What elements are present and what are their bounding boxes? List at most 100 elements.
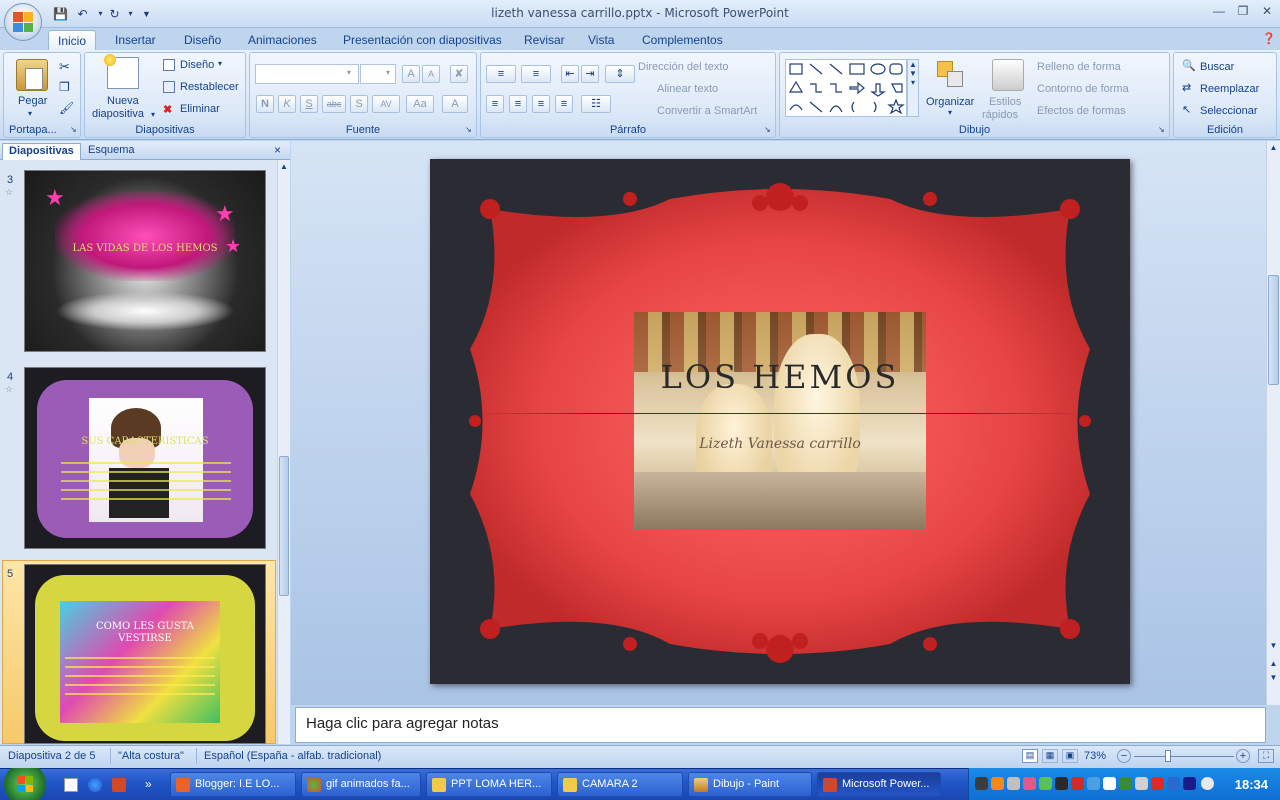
quick-styles-label-2[interactable]: rápidos bbox=[982, 109, 1018, 121]
font-launcher-icon[interactable]: ↘ bbox=[465, 125, 472, 134]
slide-title[interactable]: LOS HEMOS bbox=[430, 358, 1130, 396]
theme-name[interactable]: "Alta costura" bbox=[118, 750, 184, 762]
close-button[interactable]: ✕ bbox=[1256, 4, 1278, 20]
paste-dropdown-icon[interactable]: ▾ bbox=[28, 109, 32, 118]
increase-indent-icon[interactable]: ⇥ bbox=[581, 65, 599, 83]
scroll-up-icon[interactable]: ▲ bbox=[1268, 143, 1279, 152]
slide-sorter-icon[interactable]: ▦ bbox=[1042, 749, 1058, 763]
shapes-scroll[interactable]: ▲ ▼ ▾ bbox=[907, 59, 919, 117]
tab-esquema[interactable]: Esquema bbox=[82, 143, 140, 160]
tray-icon[interactable] bbox=[1055, 777, 1068, 790]
reset-button[interactable]: Restablecer bbox=[180, 81, 239, 93]
tray-icon[interactable] bbox=[1103, 777, 1116, 790]
tray-icon[interactable] bbox=[1087, 777, 1100, 790]
volume-icon[interactable] bbox=[1201, 777, 1214, 790]
decrease-indent-icon[interactable]: ⇤ bbox=[561, 65, 579, 83]
slideshow-view-icon[interactable]: ▣ bbox=[1062, 749, 1078, 763]
tab-animaciones[interactable]: Animaciones bbox=[239, 30, 326, 50]
align-left-icon[interactable]: ≡ bbox=[486, 95, 504, 113]
layout-dropdown-icon[interactable]: ▾ bbox=[218, 59, 222, 68]
quick-styles-icon[interactable] bbox=[992, 59, 1024, 91]
help-icon[interactable]: ❓ bbox=[1262, 32, 1276, 46]
clipboard-launcher-icon[interactable]: ↘ bbox=[70, 125, 77, 134]
internet-explorer-icon[interactable] bbox=[88, 778, 102, 792]
puppies-image[interactable] bbox=[634, 312, 926, 530]
arrange-button[interactable]: Organizar bbox=[926, 96, 974, 108]
slides-pane-scroll-thumb[interactable] bbox=[279, 456, 289, 596]
tray-icon[interactable] bbox=[975, 777, 988, 790]
align-text-button[interactable]: Alinear texto bbox=[657, 83, 718, 95]
next-slide-icon[interactable]: ▼ bbox=[1268, 673, 1279, 682]
clock[interactable]: 18:34 bbox=[1235, 777, 1268, 792]
tab-revisar[interactable]: Revisar bbox=[515, 30, 574, 50]
italic-icon[interactable]: K bbox=[278, 95, 296, 113]
zoom-level[interactable]: 73% bbox=[1084, 750, 1106, 762]
layout-button[interactable]: Diseño bbox=[180, 59, 214, 71]
drawing-launcher-icon[interactable]: ↘ bbox=[1158, 125, 1165, 134]
tray-icon[interactable] bbox=[1151, 777, 1164, 790]
tray-icon[interactable] bbox=[1135, 777, 1148, 790]
paste-button[interactable]: Pegar bbox=[18, 95, 47, 107]
font-family-combo[interactable] bbox=[255, 64, 359, 84]
slide-thumbnail-4[interactable]: SUS CARACTERISTICAS bbox=[24, 367, 266, 549]
fit-to-window-icon[interactable]: ⛶ bbox=[1258, 749, 1274, 763]
office-button[interactable] bbox=[4, 3, 42, 41]
underline-icon[interactable]: S bbox=[300, 95, 318, 113]
select-button[interactable]: Seleccionar bbox=[1200, 105, 1257, 117]
replace-button[interactable]: Reemplazar bbox=[1200, 83, 1259, 95]
tab-diapositivas[interactable]: Diapositivas bbox=[2, 143, 81, 160]
font-family-dropdown-icon[interactable]: ▾ bbox=[347, 68, 351, 77]
font-size-dropdown-icon[interactable]: ▾ bbox=[386, 68, 390, 77]
text-direction-button[interactable]: Dirección del texto bbox=[638, 61, 729, 73]
spacing-icon[interactable]: AV bbox=[372, 95, 400, 113]
find-button[interactable]: Buscar bbox=[1200, 61, 1234, 73]
slide-subtitle[interactable]: Lizeth Vanessa carrillo bbox=[430, 436, 1130, 452]
zoom-slider-thumb[interactable] bbox=[1165, 750, 1171, 762]
tray-icon[interactable] bbox=[991, 777, 1004, 790]
align-center-icon[interactable]: ≡ bbox=[509, 95, 527, 113]
new-slide-label-2[interactable]: diapositiva bbox=[92, 108, 144, 120]
tray-icon[interactable] bbox=[1007, 777, 1020, 790]
tray-icon[interactable] bbox=[1183, 777, 1196, 790]
paragraph-launcher-icon[interactable]: ↘ bbox=[764, 125, 771, 134]
bullets-icon[interactable]: ≡ bbox=[486, 65, 516, 83]
current-slide[interactable]: LOS HEMOS Lizeth Vanessa carrillo bbox=[430, 159, 1130, 684]
zoom-in-icon[interactable]: + bbox=[1236, 749, 1250, 763]
shapes-gallery[interactable] bbox=[785, 59, 907, 117]
new-slide-dropdown-icon[interactable]: ▾ bbox=[151, 110, 155, 119]
strikethrough-icon[interactable]: abc bbox=[322, 95, 346, 113]
arrange-icon[interactable] bbox=[935, 59, 967, 91]
cut-icon[interactable]: ✂ bbox=[59, 59, 70, 75]
start-button[interactable] bbox=[0, 768, 50, 800]
align-right-icon[interactable]: ≡ bbox=[532, 95, 550, 113]
tray-icon[interactable] bbox=[1039, 777, 1052, 790]
tray-icon[interactable] bbox=[1119, 777, 1132, 790]
justify-icon[interactable]: ≡ bbox=[555, 95, 573, 113]
shrink-font-icon[interactable]: A bbox=[422, 65, 440, 83]
grow-font-icon[interactable]: A bbox=[402, 65, 420, 83]
task-blogger[interactable]: Blogger: I.E LO... bbox=[170, 772, 296, 797]
close-pane-icon[interactable]: × bbox=[274, 143, 281, 157]
tab-inicio[interactable]: Inicio bbox=[48, 30, 97, 50]
previous-slide-icon[interactable]: ▲ bbox=[1268, 659, 1279, 668]
normal-view-icon[interactable]: ▤ bbox=[1022, 749, 1038, 763]
task-paint[interactable]: Dibujo - Paint bbox=[688, 772, 812, 797]
tab-diseno[interactable]: Diseño bbox=[175, 30, 230, 50]
zoom-slider-track[interactable] bbox=[1134, 756, 1234, 757]
main-scrollbar[interactable]: ▲ ▼ ▲ ▼ bbox=[1266, 141, 1280, 705]
numbering-icon[interactable]: ≡ bbox=[521, 65, 551, 83]
task-ppt-loma[interactable]: PPT LOMA HER... bbox=[426, 772, 552, 797]
slides-pane-scrollbar[interactable]: ▲ bbox=[277, 160, 290, 744]
tab-insertar[interactable]: Insertar bbox=[106, 30, 165, 50]
quick-styles-label-1[interactable]: Estilos bbox=[989, 96, 1021, 108]
task-gif-animados[interactable]: gif animados fa... bbox=[301, 772, 421, 797]
copy-icon[interactable]: ❐ bbox=[59, 80, 70, 94]
format-painter-icon[interactable]: 🖌 bbox=[59, 101, 74, 115]
font-size-combo[interactable] bbox=[360, 64, 396, 84]
main-scroll-thumb[interactable] bbox=[1268, 275, 1279, 385]
task-camara[interactable]: CAMARA 2 bbox=[557, 772, 683, 797]
slide-thumbnail-3[interactable]: ★ ★ ★ LAS VIDAS DE LOS HEMOS bbox=[24, 170, 266, 352]
task-powerpoint[interactable]: Microsoft Power... bbox=[817, 772, 941, 797]
minimize-button[interactable]: — bbox=[1208, 4, 1230, 20]
quick-launch-more-icon[interactable]: » bbox=[145, 777, 152, 791]
